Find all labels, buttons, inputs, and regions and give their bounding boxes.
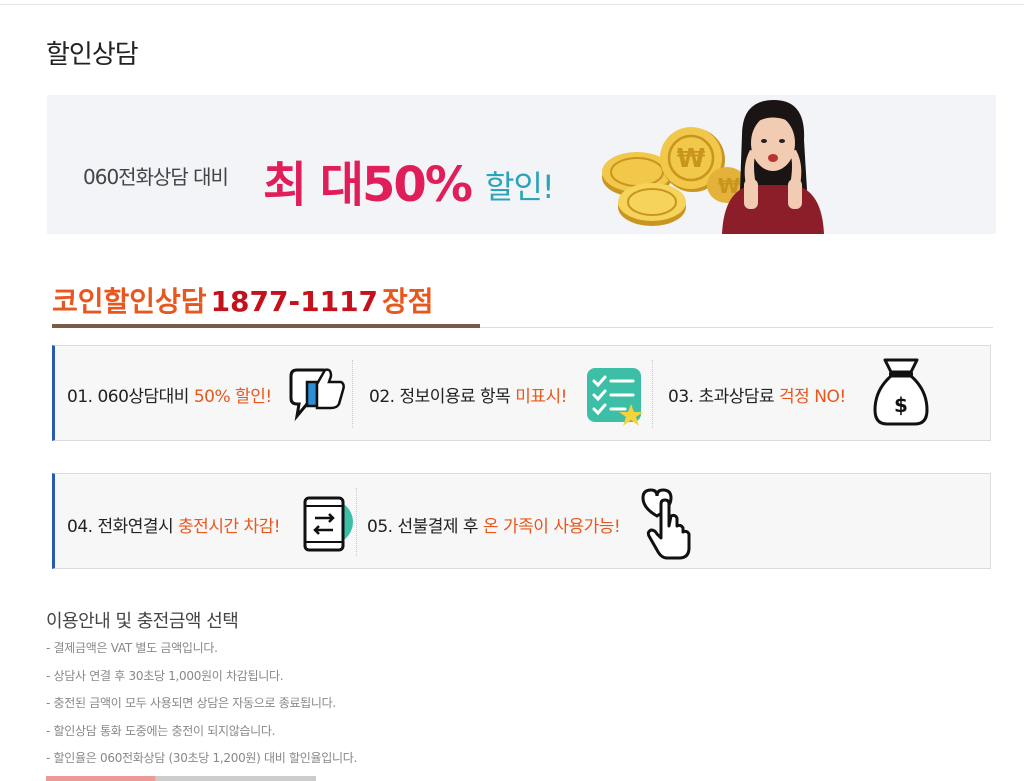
feature-item-5: 05. 선불결제 후 온 가족이 사용가능! xyxy=(359,474,759,568)
feature-2-highlight: 미표시! xyxy=(515,387,567,407)
guide-item: 충전된 금액이 모두 사용되면 상담은 자동으로 종료됩니다. xyxy=(46,695,357,723)
money-bag-icon: $ xyxy=(873,358,929,426)
top-divider xyxy=(0,4,1024,5)
feature-separator xyxy=(356,488,357,556)
feature-1-text: 01. 060상담대비 xyxy=(67,387,194,407)
feature-5-text: 05. 선불결제 후 xyxy=(367,517,483,537)
phone-number[interactable]: 1877-1117 xyxy=(211,285,378,318)
feature-separator xyxy=(652,360,653,428)
svg-text:₩: ₩ xyxy=(677,144,706,174)
cut-off-text xyxy=(46,776,316,781)
page-title: 할인상담 xyxy=(46,40,139,70)
feature-item-2: 02. 정보이용료 항목 미표시! xyxy=(355,346,653,440)
svg-text:$: $ xyxy=(894,393,908,417)
feature-4-highlight: 충전시간 차감! xyxy=(178,517,281,537)
guide-item: 결제금액은 VAT 별도 금액입니다. xyxy=(46,640,357,668)
features-box-2: 04. 전화연결시 충전시간 차감! 05. 선불결제 후 온 가족이 사용가능… xyxy=(52,473,991,569)
heading-divider xyxy=(480,327,993,328)
advantages-heading: 코인할인상담 1877-1117 장점 xyxy=(52,280,434,320)
discount-banner: 060전화상담 대비 최 대50% 할인! ₩ ₩ xyxy=(47,95,996,234)
feature-separator xyxy=(352,360,353,428)
feature-item-1: 01. 060상담대비 50% 할인! xyxy=(55,346,355,440)
guide-item: 할인상담 통화 도중에는 충전이 되지않습니다. xyxy=(46,723,357,751)
feature-item-3: 03. 초과상담료 걱정 NO! $ xyxy=(655,346,991,440)
guide-title: 이용안내 및 충전금액 선택 xyxy=(46,611,239,632)
feature-2-text: 02. 정보이용료 항목 xyxy=(369,387,516,407)
guide-item: 할인율은 060전화상담 (30초당 1,200원) 대비 할인율입니다. xyxy=(46,750,358,778)
phone-transfer-icon xyxy=(303,496,353,552)
advantages-label: 코인할인상담 xyxy=(52,285,207,318)
guide-list: 결제금액은 VAT 별도 금액입니다. 상담사 연결 후 30초당 1,000원… xyxy=(46,640,358,778)
checklist-star-icon xyxy=(587,368,643,426)
feature-5-highlight: 온 가족이 사용가능! xyxy=(482,517,621,537)
advantages-suffix: 장점 xyxy=(382,285,434,318)
banner-discount-suffix: 할인! xyxy=(485,168,555,206)
feature-3-highlight: 걱정 NO! xyxy=(779,387,846,407)
feature-item-4: 04. 전화연결시 충전시간 차감! xyxy=(55,474,357,568)
heading-underline xyxy=(52,324,480,328)
thumbs-up-chat-icon xyxy=(289,368,345,422)
banner-discount-text: 최 대50% xyxy=(263,157,473,213)
features-box-1: 01. 060상담대비 50% 할인! 02. 정보이용료 항목 미표시! 03… xyxy=(52,345,991,441)
guide-item: 상담사 연결 후 30초당 1,000원이 차감됩니다. xyxy=(46,668,357,696)
banner-lead-text: 060전화상담 대비 xyxy=(83,165,229,189)
feature-3-text: 03. 초과상담료 xyxy=(668,387,780,407)
feature-1-highlight: 50% 할인! xyxy=(193,387,272,407)
feature-4-text: 04. 전화연결시 xyxy=(67,517,179,537)
heart-tap-icon xyxy=(641,488,691,560)
surprised-woman-image xyxy=(722,100,824,234)
